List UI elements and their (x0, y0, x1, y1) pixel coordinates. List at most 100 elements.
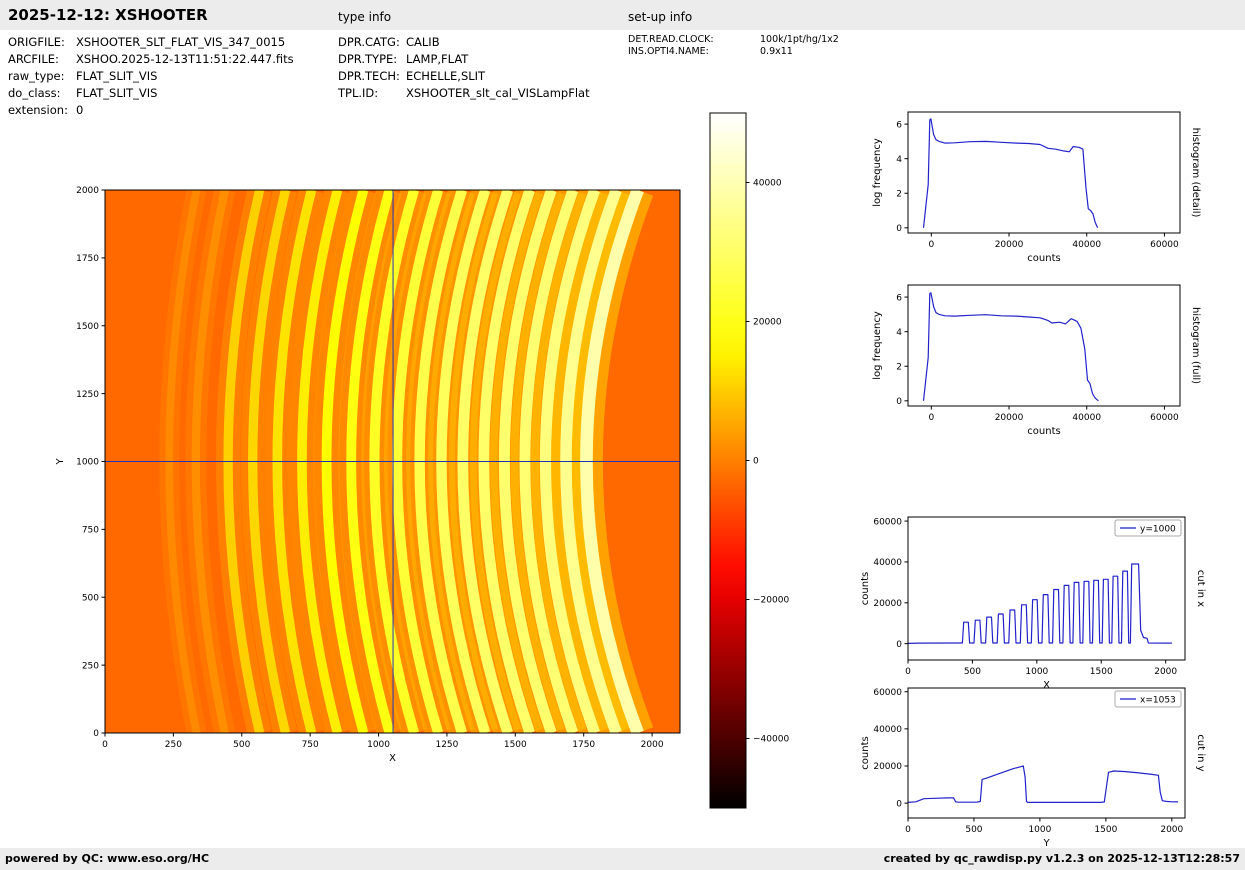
svg-text:20000: 20000 (873, 599, 902, 609)
info-row-opti4-name: INS.OPTI4.NAME: 0.9x11 (628, 46, 839, 58)
svg-text:−20000: −20000 (753, 596, 789, 606)
svg-text:counts: counts (860, 736, 871, 769)
main-image-chart: 0 250 500 750 1000 1250 1500 1750 2000 0 250 500 750… (55, 112, 789, 809)
footer-powered-by: powered by QC: www.eso.org/HC (5, 852, 210, 865)
svg-text:20000: 20000 (995, 413, 1024, 423)
cut-in-x-chart: 0 500 1000 1500 20000200004000060000Xcounts c… (860, 516, 1206, 691)
svg-text:1000: 1000 (367, 740, 390, 750)
info-row-arcfile: ARCFILE: XSHOO.2025-12-13T11:51:22.447.fi… (8, 51, 294, 68)
svg-text:750: 750 (302, 740, 319, 750)
svg-text:1500: 1500 (1094, 825, 1117, 835)
svg-text:histogram (detail): histogram (detail) (1190, 128, 1201, 218)
svg-text:−40000: −40000 (753, 735, 789, 745)
info-row-dpr-tech: DPR.TECH: ECHELLE,SLIT (338, 68, 590, 85)
svg-text:cut in x: cut in x (1195, 570, 1206, 607)
info-label: DPR.CATG: (338, 35, 400, 49)
svg-text:4: 4 (896, 328, 902, 338)
setup-info-heading: set-up info (628, 10, 693, 24)
svg-text:1250: 1250 (435, 740, 458, 750)
svg-text:0: 0 (753, 457, 759, 467)
svg-text:6: 6 (896, 293, 902, 303)
histogram-detail-chart: 0 20000 40000 60000 0 2 4 6 counts log frequency h… (872, 111, 1201, 264)
svg-text:40000: 40000 (1072, 240, 1101, 250)
svg-text:0: 0 (102, 740, 108, 750)
info-value: XSHOO.2025-12-13T11:51:22.447.fits (76, 52, 294, 66)
svg-text:500: 500 (82, 593, 99, 603)
svg-text:log frequency: log frequency (872, 138, 883, 207)
histogram-full-chart: 0 20000 40000 60000 0 2 4 6 counts log frequency h… (872, 284, 1201, 437)
svg-text:750: 750 (82, 526, 99, 536)
svg-text:log frequency: log frequency (872, 311, 883, 380)
footer-created-by: created by qc_rawdisp.py v1.2.3 on 2025-… (883, 852, 1240, 865)
info-label: DPR.TYPE: (338, 52, 398, 66)
svg-text:histogram (full): histogram (full) (1190, 307, 1201, 384)
page-title: 2025-12-12: XSHOOTER (8, 6, 208, 24)
svg-text:x=1053: x=1053 (1140, 696, 1176, 706)
svg-text:counts: counts (1027, 253, 1060, 264)
svg-text:500: 500 (965, 825, 982, 835)
svg-text:60000: 60000 (1150, 413, 1179, 423)
svg-text:1750: 1750 (572, 740, 595, 750)
info-value: XSHOOTER_SLT_FLAT_VIS_347_0015 (76, 35, 286, 49)
svg-text:20000: 20000 (873, 762, 902, 772)
info-row-read-clock: DET.READ.CLOCK: 100k/1pt/hg/1x2 (628, 34, 839, 46)
svg-text:500: 500 (233, 740, 250, 750)
svg-text:4: 4 (896, 155, 902, 165)
svg-text:40000: 40000 (1072, 413, 1101, 423)
svg-text:0: 0 (896, 799, 902, 809)
svg-text:1500: 1500 (76, 322, 99, 332)
svg-text:2000: 2000 (76, 186, 99, 196)
info-label: DET.READ.CLOCK: (628, 34, 714, 45)
info-row-raw-type: raw_type: FLAT_SLIT_VIS (8, 68, 294, 85)
svg-text:0: 0 (928, 413, 934, 423)
svg-text:1000: 1000 (76, 458, 99, 468)
svg-text:40000: 40000 (753, 179, 782, 189)
info-label: raw_type: (8, 69, 65, 83)
svg-text:250: 250 (165, 740, 182, 750)
info-label: DPR.TECH: (338, 69, 400, 83)
svg-text:1250: 1250 (76, 390, 99, 400)
header-bar: 2025-12-12: XSHOOTER type info set-up in… (0, 0, 1245, 30)
svg-text:40000: 40000 (873, 558, 902, 568)
svg-text:40000: 40000 (873, 725, 902, 735)
type-info-heading: type info (338, 10, 392, 24)
svg-text:Y: Y (55, 458, 66, 466)
svg-text:60000: 60000 (873, 517, 902, 527)
svg-text:60000: 60000 (873, 688, 902, 698)
info-label: ARCFILE: (8, 52, 59, 66)
svg-text:X: X (389, 753, 396, 764)
svg-text:counts: counts (860, 572, 871, 605)
cut-in-y-chart: 0 500 1000 1500 20000200004000060000Ycounts c… (860, 687, 1206, 849)
svg-text:2000: 2000 (1160, 825, 1183, 835)
setup-info-block: DET.READ.CLOCK: 100k/1pt/hg/1x2 INS.OPTI4… (628, 34, 839, 58)
svg-text:6: 6 (896, 120, 902, 130)
svg-text:0: 0 (896, 224, 902, 234)
info-label: ORIGFILE: (8, 35, 65, 49)
svg-text:1750: 1750 (76, 254, 99, 264)
info-row-dpr-type: DPR.TYPE: LAMP,FLAT (338, 51, 590, 68)
info-value: 100k/1pt/hg/1x2 (760, 34, 839, 45)
svg-text:0: 0 (93, 729, 99, 739)
svg-text:cut in y: cut in y (1195, 734, 1206, 771)
svg-text:y=1000: y=1000 (1140, 525, 1176, 535)
svg-text:2: 2 (896, 189, 902, 199)
footer-bar: powered by QC: www.eso.org/HC created by… (0, 848, 1245, 870)
info-value: FLAT_SLIT_VIS (76, 86, 158, 100)
svg-text:1000: 1000 (1028, 825, 1051, 835)
info-value: FLAT_SLIT_VIS (76, 69, 158, 83)
svg-text:60000: 60000 (1150, 240, 1179, 250)
svg-text:0: 0 (905, 825, 911, 835)
svg-text:0: 0 (896, 640, 902, 650)
info-row-origfile: ORIGFILE: XSHOOTER_SLT_FLAT_VIS_347_0015 (8, 34, 294, 51)
svg-text:20000: 20000 (995, 240, 1024, 250)
info-value: CALIB (406, 35, 440, 49)
type-info-block: DPR.CATG: CALIB DPR.TYPE: LAMP,FLAT DPR.TE… (338, 34, 590, 102)
svg-text:counts: counts (1027, 426, 1060, 437)
info-value: XSHOOTER_slt_cal_VISLampFlat (406, 86, 590, 100)
svg-text:0: 0 (928, 240, 934, 250)
svg-text:2: 2 (896, 362, 902, 372)
svg-text:250: 250 (82, 661, 99, 671)
info-value: LAMP,FLAT (406, 52, 469, 66)
svg-text:0: 0 (896, 397, 902, 407)
svg-text:1500: 1500 (504, 740, 527, 750)
